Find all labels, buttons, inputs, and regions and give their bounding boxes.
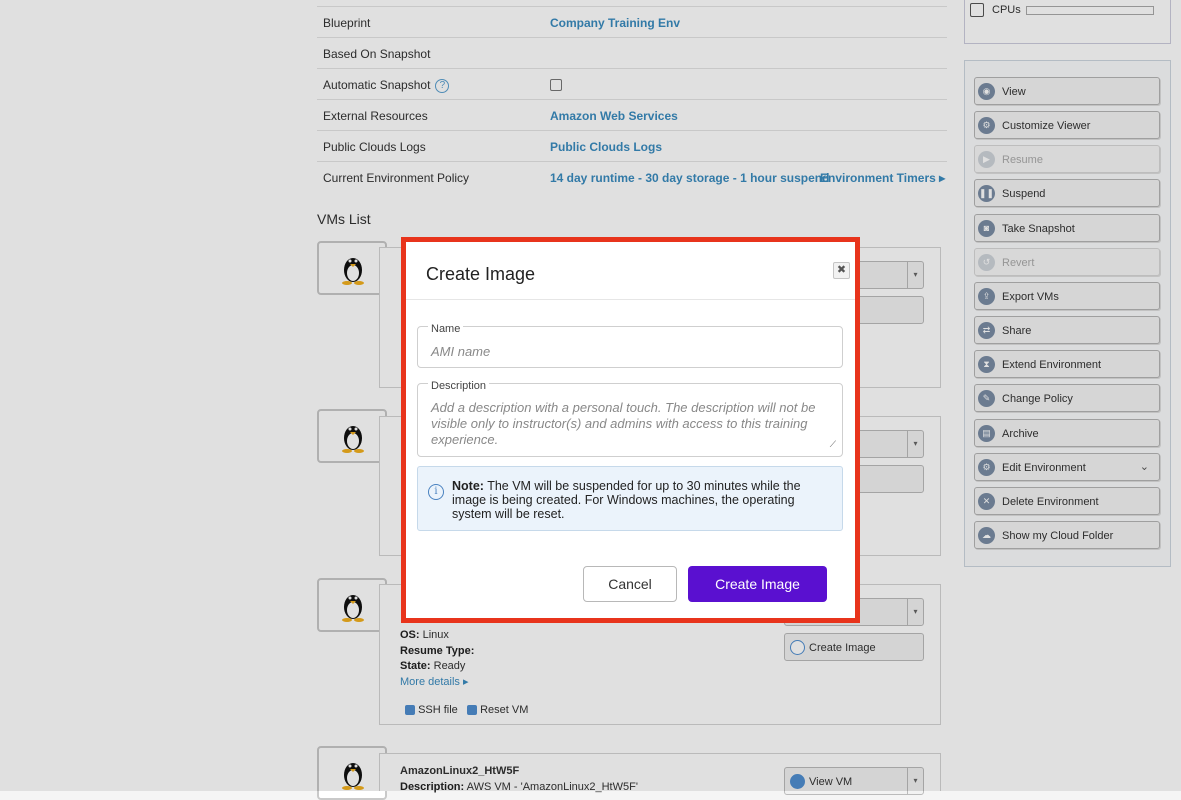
description-input[interactable]: Add a description with a personal touch.…: [431, 400, 827, 448]
resize-handle-icon[interactable]: ⟋: [830, 439, 836, 450]
description-label: Description: [428, 380, 490, 392]
note-text: Note: The VM will be suspended for up to…: [452, 479, 801, 521]
environment-page: Blueprint Company Training Env Based On …: [0, 0, 1181, 800]
divider: [406, 299, 855, 300]
create-image-modal: Create Image ✖ Name AMI name Description…: [401, 237, 860, 623]
name-input[interactable]: AMI name: [431, 344, 490, 360]
close-icon[interactable]: ✖: [833, 262, 850, 279]
create-image-button[interactable]: Create Image: [688, 566, 827, 602]
modal-title: Create Image: [426, 264, 536, 284]
name-label: Name: [428, 323, 464, 335]
description-field[interactable]: Description Add a description with a per…: [417, 380, 843, 457]
info-icon: i: [428, 484, 444, 500]
cancel-button[interactable]: Cancel: [583, 566, 677, 602]
info-note: i Note: The VM will be suspended for up …: [417, 466, 843, 531]
name-field[interactable]: Name AMI name: [417, 323, 843, 368]
